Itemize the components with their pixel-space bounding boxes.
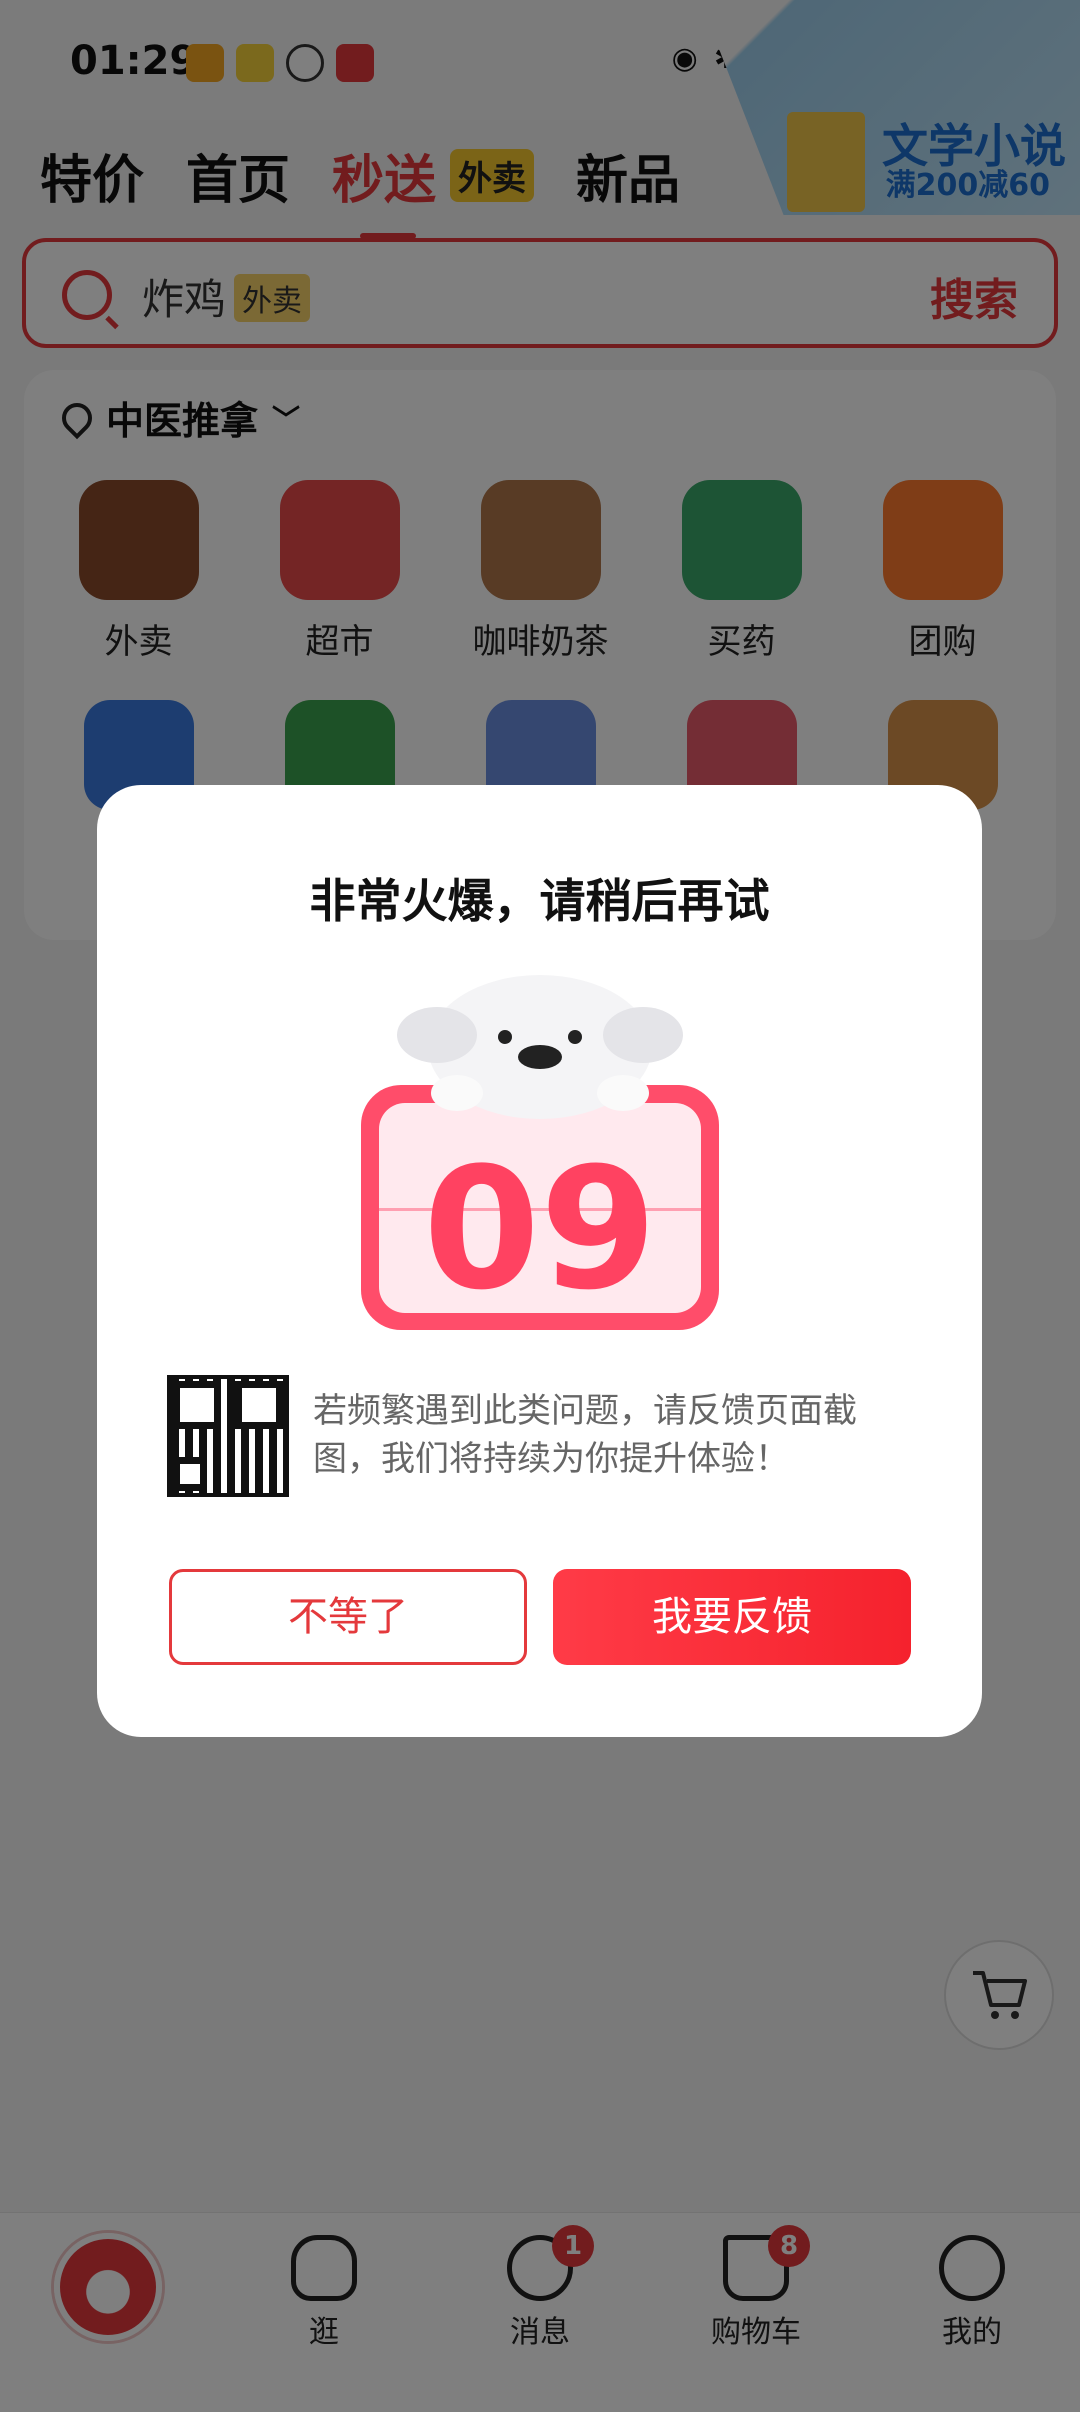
dialog-title: 非常火爆，请稍后再试 — [309, 874, 770, 928]
feedback-button[interactable]: 我要反馈 — [553, 1569, 911, 1665]
busy-dialog: 非常火爆，请稍后再试 09 若频繁遇到此类问题，请反馈页面截图，我们将持续为你提… — [97, 785, 982, 1737]
cancel-button[interactable]: 不等了 — [169, 1569, 527, 1665]
feedback-qr-code — [167, 1375, 289, 1497]
dog-countdown-illustration: 09 — [361, 975, 719, 1330]
countdown-number: 09 — [423, 1131, 657, 1327]
dialog-message: 若频繁遇到此类问题，请反馈页面截图，我们将持续为你提升体验！ — [313, 1391, 857, 1479]
